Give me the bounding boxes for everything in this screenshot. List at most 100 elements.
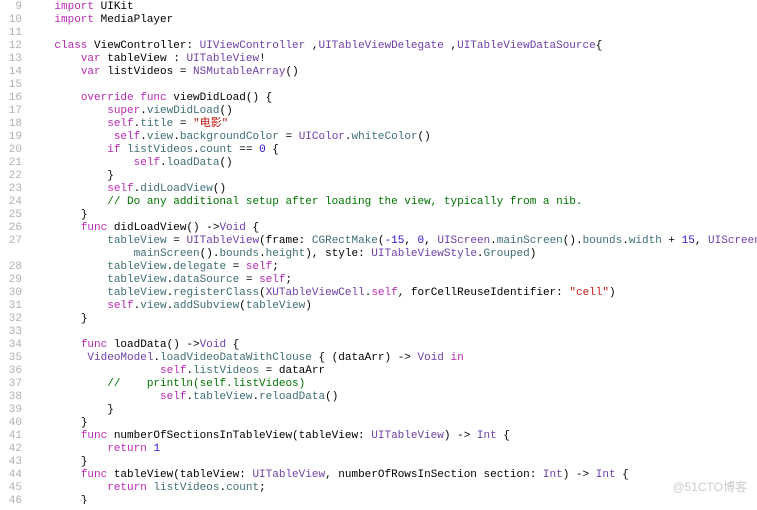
code-line[interactable]: import MediaPlayer	[28, 13, 757, 26]
code-line[interactable]: func loadData() ->Void {	[28, 338, 757, 351]
code-line[interactable]: mainScreen().bounds.height), style: UITa…	[28, 247, 757, 260]
line-number: 43	[0, 455, 22, 468]
code-line[interactable]: }	[28, 312, 757, 325]
token-plain: = dataArr	[259, 365, 325, 377]
code-line[interactable]: }	[28, 494, 757, 504]
code-line[interactable]	[28, 26, 757, 39]
line-number: 24	[0, 195, 22, 208]
code-line[interactable]: tableView.registerClass(XUTableViewCell.…	[28, 286, 757, 299]
code-line[interactable]: tableView = UITableView(frame: CGRectMak…	[28, 234, 757, 247]
token-plain: viewDidLoad() {	[167, 92, 273, 104]
token-method: didLoadView	[140, 183, 213, 195]
code-line[interactable]: }	[28, 208, 757, 221]
code-line[interactable]: self.tableView.reloadData()	[28, 390, 757, 403]
code-line[interactable]: if listVideos.count == 0 {	[28, 143, 757, 156]
token-prop: dataSource	[173, 274, 239, 286]
token-type: UIViewController	[200, 40, 306, 52]
token-plain: ==	[233, 144, 259, 156]
token-type: Int	[596, 469, 616, 481]
token-kw: self	[371, 287, 397, 299]
code-line[interactable]	[28, 325, 757, 338]
code-line[interactable]: self.view.backgroundColor = UIColor.whit…	[28, 130, 757, 143]
code-line[interactable]: super.viewDidLoad()	[28, 104, 757, 117]
token-comment: // Do any additional setup after loading…	[107, 196, 582, 208]
line-number: 35	[0, 351, 22, 364]
code-editor[interactable]: 9101112131415161718192021222324252627282…	[0, 0, 757, 504]
code-line[interactable]: self.loadData()	[28, 156, 757, 169]
token-plain: )	[609, 287, 616, 299]
code-line[interactable]: var listVideos = NSMutableArray()	[28, 65, 757, 78]
token-type: UITableView	[252, 469, 325, 481]
code-line[interactable]: class ViewController: UIViewController ,…	[28, 39, 757, 52]
token-type: UIScreen	[437, 235, 490, 247]
token-plain: MediaPlayer	[94, 14, 173, 26]
code-line[interactable]: override func viewDidLoad() {	[28, 91, 757, 104]
token-plain: ) ->	[444, 430, 477, 442]
code-line[interactable]: self.view.addSubview(tableView)	[28, 299, 757, 312]
token-prop: bounds	[583, 235, 623, 247]
line-number: 14	[0, 65, 22, 78]
line-number: 29	[0, 273, 22, 286]
line-number: 38	[0, 390, 22, 403]
code-line[interactable]: }	[28, 169, 757, 182]
code-line[interactable]: tableView.delegate = self;	[28, 260, 757, 273]
code-line[interactable]: }	[28, 455, 757, 468]
code-line[interactable]: tableView.dataSource = self;	[28, 273, 757, 286]
token-prop: title	[140, 118, 173, 130]
token-prop: view	[140, 300, 166, 312]
token-plain: {	[596, 40, 603, 52]
token-plain: ,	[424, 235, 437, 247]
line-number: 37	[0, 377, 22, 390]
token-prop: delegate	[173, 261, 226, 273]
token-plain: =	[226, 261, 246, 273]
code-area[interactable]: import UIKit import MediaPlayer class Vi…	[28, 0, 757, 504]
code-line[interactable]: }	[28, 403, 757, 416]
line-number: 12	[0, 39, 22, 52]
code-line[interactable]	[28, 78, 757, 91]
code-line[interactable]: // println(self.listVideos)	[28, 377, 757, 390]
code-line[interactable]: self.title = "电影"	[28, 117, 757, 130]
token-plain: }	[107, 170, 114, 182]
token-str: "cell"	[569, 287, 609, 299]
token-plain: {	[497, 430, 510, 442]
token-kw: func	[140, 92, 166, 104]
token-kw: func	[81, 430, 107, 442]
code-line[interactable]: func tableView(tableView: UITableView, n…	[28, 468, 757, 481]
line-number: 9	[0, 0, 22, 13]
watermark: @51CTO博客	[672, 479, 747, 496]
line-number: 16	[0, 91, 22, 104]
code-line[interactable]: func didLoadView() ->Void {	[28, 221, 757, 234]
code-line[interactable]: }	[28, 416, 757, 429]
line-number: 10	[0, 13, 22, 26]
token-plain: (	[259, 287, 266, 299]
token-plain: .	[477, 248, 484, 260]
code-line[interactable]: return listVideos.count;	[28, 481, 757, 494]
token-plain: ()	[418, 131, 431, 143]
line-number: 45	[0, 481, 22, 494]
line-number: 15	[0, 78, 22, 91]
code-line[interactable]: return 1	[28, 442, 757, 455]
line-number: 25	[0, 208, 22, 221]
token-type: VideoModel	[87, 352, 153, 364]
token-plain: {	[246, 222, 259, 234]
code-line[interactable]: var tableView : UITableView!	[28, 52, 757, 65]
code-line[interactable]: self.didLoadView()	[28, 182, 757, 195]
token-method: reloadData	[259, 391, 325, 403]
token-plain: ,	[404, 235, 417, 247]
token-type: Int	[477, 430, 497, 442]
code-line[interactable]: import UIKit	[28, 0, 757, 13]
token-plain: { (dataArr) ->	[312, 352, 418, 364]
code-line[interactable]: self.listVideos = dataArr	[28, 364, 757, 377]
code-line[interactable]: // Do any additional setup after loading…	[28, 195, 757, 208]
token-type: NSMutableArray	[193, 66, 285, 78]
code-line[interactable]: VideoModel.loadVideoDataWithClouse { (da…	[28, 351, 757, 364]
line-number: 33	[0, 325, 22, 338]
token-num: 1	[153, 443, 160, 455]
token-plain: (	[239, 300, 246, 312]
token-type: UITableView	[186, 235, 259, 247]
token-kw: self	[259, 274, 285, 286]
code-line[interactable]: func numberOfSectionsInTableView(tableVi…	[28, 429, 757, 442]
token-kw: import	[54, 1, 94, 13]
token-plain: ,	[444, 40, 457, 52]
token-prop: tableView	[107, 261, 166, 273]
